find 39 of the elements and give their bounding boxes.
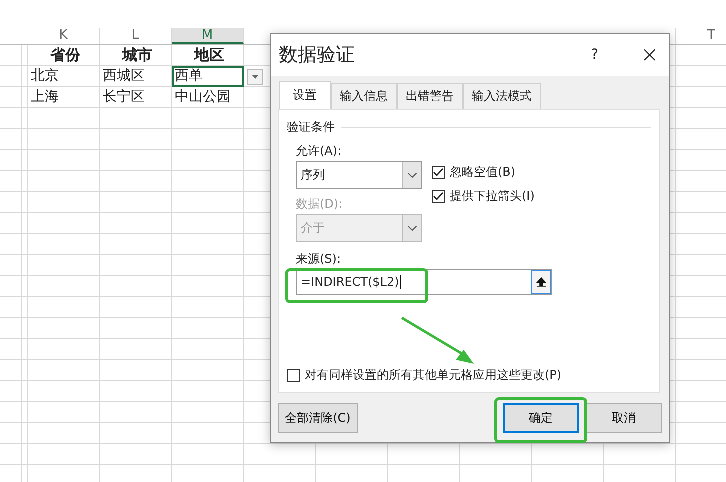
column-header[interactable]: T: [676, 28, 726, 44]
allow-select[interactable]: 序列: [296, 161, 422, 189]
table-cell-text: 上海: [30, 88, 60, 107]
field-label: 允许(A):: [296, 144, 342, 158]
upload-arrow-icon: [536, 276, 546, 288]
column-header[interactable]: M: [172, 28, 244, 44]
checkbox[interactable]: 忽略空值(B): [432, 165, 535, 179]
column-header[interactable]: K: [28, 28, 100, 44]
checkbox[interactable]: 提供下拉箭头(I): [432, 189, 535, 203]
dialog-button[interactable]: 全部清除(C): [278, 403, 358, 433]
dialog-button[interactable]: 取消: [586, 403, 662, 433]
table-cell-text: 城市: [121, 45, 154, 66]
table-cell-text: 省份: [50, 45, 82, 66]
table-cell-text: 长宁区: [102, 88, 146, 107]
dropdown-button[interactable]: [247, 69, 263, 85]
tab[interactable]: 输入法模式: [463, 83, 541, 109]
field-label: 数据(D):: [296, 197, 343, 211]
help-button[interactable]: ?: [591, 47, 599, 63]
tab[interactable]: 出错警告: [397, 83, 463, 109]
checkbox[interactable]: 对有同样设置的所有其他单元格应用这些更改(P): [287, 368, 562, 382]
table-cell: 西单: [172, 66, 244, 87]
dialog-button[interactable]: 确定: [503, 403, 579, 433]
field-label: 来源(S):: [296, 252, 342, 266]
table-cell-text: 西城区: [102, 67, 146, 86]
window-title: 数据验证: [279, 43, 356, 68]
group-label: 验证条件: [287, 120, 335, 134]
chevron-icon: [408, 226, 416, 230]
tab[interactable]: 输入信息: [331, 83, 397, 109]
check-icon: [433, 168, 444, 176]
tab[interactable]: 设置: [279, 81, 331, 109]
table-cell-text: 北京: [30, 67, 60, 86]
chevron-icon: [408, 172, 416, 178]
table-cell-text: 地区: [193, 45, 226, 66]
close-button[interactable]: ×: [640, 42, 659, 68]
triangle-icon: [252, 75, 258, 79]
source-input-field[interactable]: =INDIRECT($L2): [296, 269, 552, 295]
table-cell-text: 中山公园: [174, 88, 232, 107]
check-icon: [433, 192, 444, 200]
collapse-button[interactable]: [531, 270, 551, 294]
